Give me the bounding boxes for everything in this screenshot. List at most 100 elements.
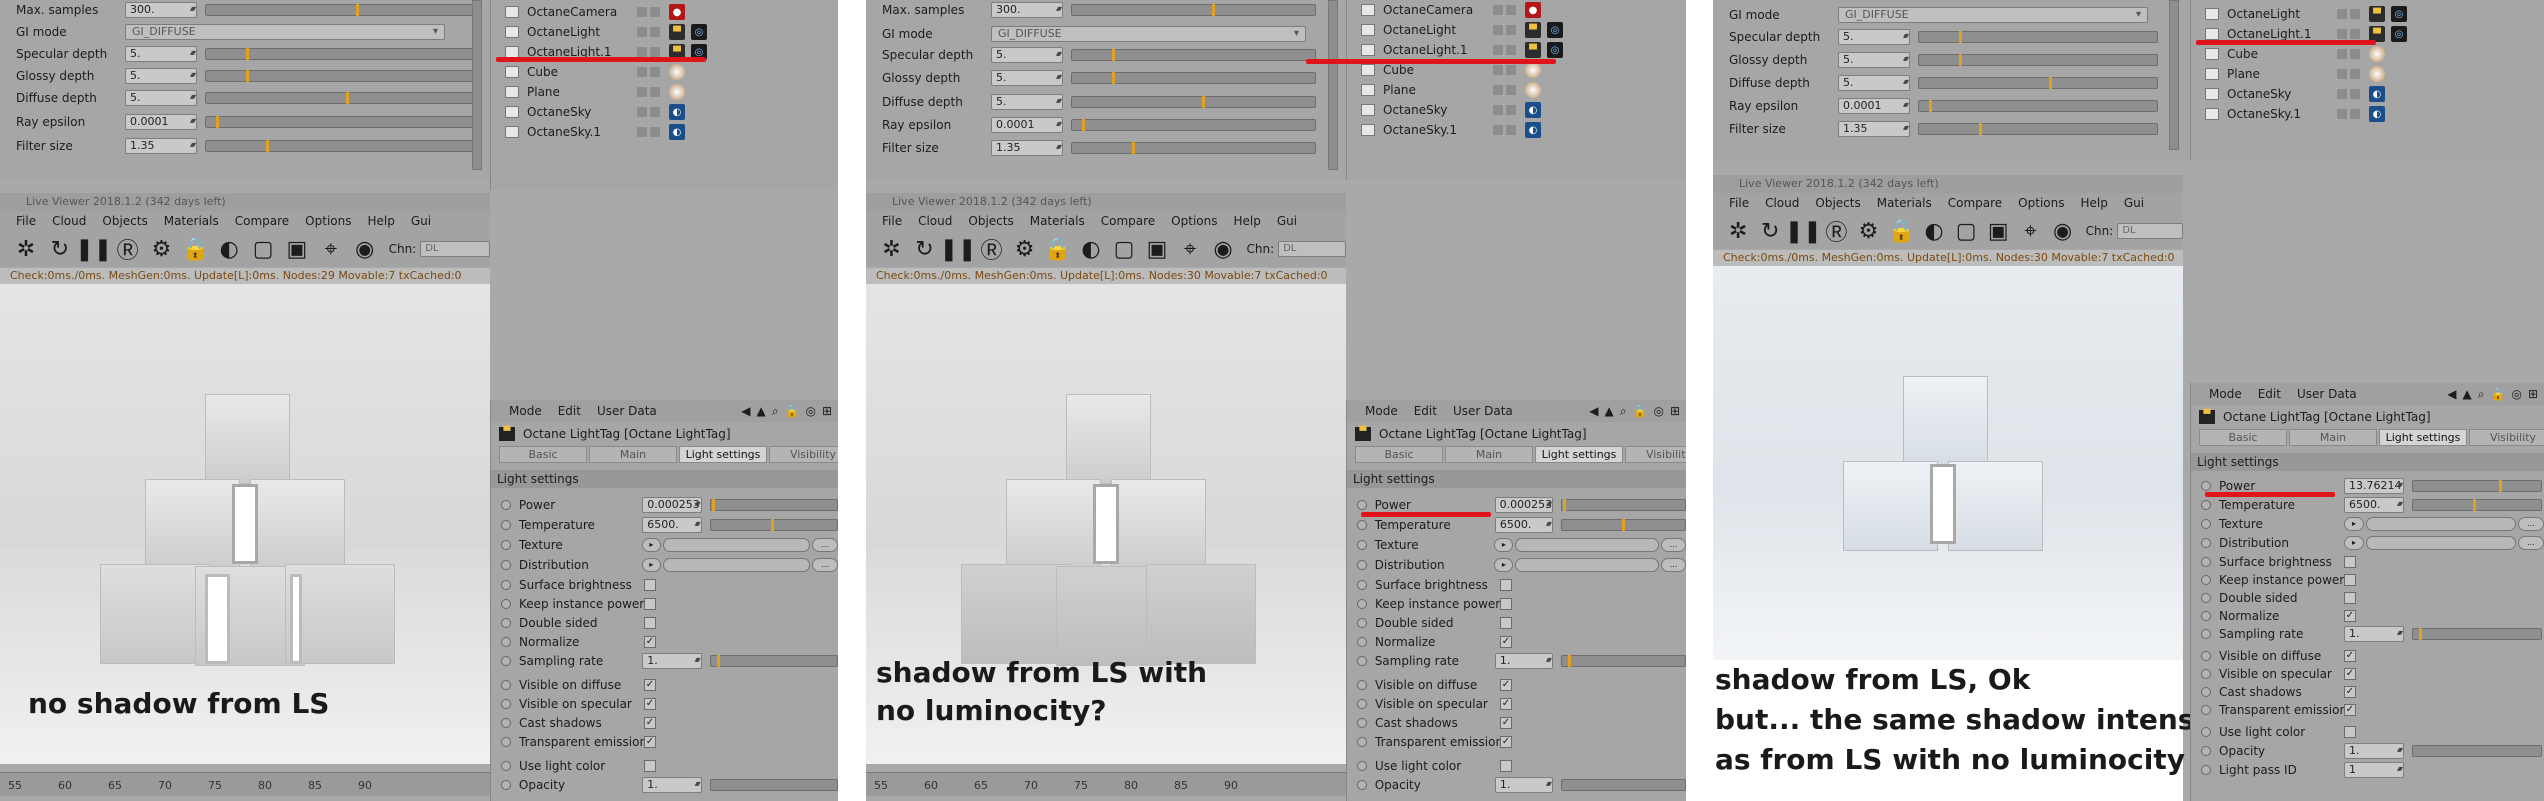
settings-gear-icon[interactable]: ⚙	[1855, 217, 1881, 245]
menu-options[interactable]: Options	[1163, 214, 1225, 228]
filter-size-field[interactable]: 1.35	[125, 138, 197, 154]
temperature-slider[interactable]	[1560, 518, 1686, 531]
menu-edit[interactable]: Edit	[1406, 404, 1445, 418]
menu-help[interactable]: Help	[2072, 196, 2115, 210]
menu-user-data[interactable]: User Data	[2289, 387, 2365, 401]
visible-on-specular-checkbox[interactable]: ✓	[2344, 667, 2356, 680]
frame-small-icon[interactable]: ▣	[1985, 217, 2011, 245]
light-tag-icon[interactable]: ▀	[1525, 22, 1541, 38]
new-panel-icon[interactable]: ⊞	[822, 404, 832, 419]
material-tag-icon[interactable]	[669, 84, 685, 100]
channel-dropdown[interactable]: DL	[2117, 223, 2184, 239]
menu-cloud[interactable]: Cloud	[910, 214, 960, 228]
sky-tag-icon[interactable]: ◐	[2369, 106, 2385, 122]
back-arrow-icon[interactable]: ◀	[2447, 387, 2456, 402]
settings-scrollbar[interactable]	[472, 0, 482, 170]
specular-depth-slider[interactable]	[1918, 31, 2158, 43]
menu-mode[interactable]: Mode	[2201, 387, 2250, 401]
use-light-color-checkbox[interactable]	[1500, 759, 1512, 772]
ray-epsilon-field[interactable]: 0.0001	[125, 114, 197, 130]
filter-size-slider[interactable]	[1071, 142, 1316, 154]
glossy-depth-slider[interactable]	[205, 70, 475, 82]
specular-depth-slider[interactable]	[205, 48, 475, 60]
object-row[interactable]: OctaneLight ▀ ◎	[491, 22, 838, 42]
glossy-depth-field[interactable]: 5.	[991, 70, 1063, 86]
texture-arrow[interactable]: ▸	[1494, 537, 1514, 552]
power-slider[interactable]	[2412, 479, 2542, 492]
pick-material-icon[interactable]: ◉	[2050, 217, 2076, 245]
menu-options[interactable]: Options	[297, 214, 359, 228]
power-slider[interactable]	[709, 498, 838, 511]
menu-options[interactable]: Options	[2010, 196, 2072, 210]
settings-scrollbar[interactable]	[1328, 0, 1338, 170]
tab-visibility[interactable]: Visibility	[2469, 429, 2544, 446]
sampling-rate-field[interactable]: 1.	[2344, 625, 2404, 642]
object-row[interactable]: OctaneSky ◐	[1347, 100, 1686, 120]
opacity-slider[interactable]	[2412, 744, 2542, 757]
visible-on-specular-checkbox[interactable]: ✓	[644, 697, 656, 710]
gi-mode-dropdown[interactable]: GI_DIFFUSE	[991, 26, 1306, 42]
ray-epsilon-field[interactable]: 0.0001	[991, 117, 1063, 133]
material-tag-icon[interactable]	[1525, 62, 1541, 78]
tab-basic[interactable]: Basic	[1355, 446, 1443, 463]
opacity-slider[interactable]	[1560, 778, 1686, 791]
keep-instance-power-checkbox[interactable]	[644, 597, 656, 610]
object-row[interactable]: OctaneCamera ●	[491, 2, 838, 22]
diffuse-depth-field[interactable]: 5.	[1838, 75, 1910, 91]
texture-slot[interactable]	[1515, 537, 1660, 552]
texture-slot[interactable]	[663, 537, 811, 552]
double-sided-checkbox[interactable]	[2344, 591, 2356, 604]
tab-main[interactable]: Main	[1445, 446, 1533, 463]
opacity-field[interactable]: 1.	[2344, 742, 2404, 759]
sky-tag-icon[interactable]: ◐	[669, 104, 685, 120]
menu-edit[interactable]: Edit	[2250, 387, 2289, 401]
opacity-slider[interactable]	[709, 778, 838, 791]
target-tag-icon[interactable]: ◎	[1547, 42, 1563, 58]
temperature-slider[interactable]	[2412, 498, 2542, 511]
tab-light-settings[interactable]: Light settings	[679, 446, 767, 463]
frame-icon[interactable]: ▢	[1953, 217, 1979, 245]
menu-file[interactable]: File	[8, 214, 44, 228]
tab-visibility[interactable]: Visibility	[769, 446, 838, 463]
settings-scrollbar[interactable]	[2169, 0, 2179, 150]
object-row[interactable]: OctaneSky.1 ◐	[2191, 104, 2544, 124]
pause-icon[interactable]: ❚❚	[1785, 217, 1822, 245]
tab-visibility[interactable]: Visibility	[1625, 446, 1686, 463]
material-tag-icon[interactable]	[669, 64, 685, 80]
distribution-more[interactable]: ...	[1661, 557, 1686, 572]
light-tag-icon[interactable]: ▀	[1525, 42, 1541, 58]
filter-size-field[interactable]: 1.35	[991, 140, 1063, 156]
lock-icon[interactable]: 🔒	[181, 235, 209, 263]
lock-icon[interactable]: 🔒	[1633, 404, 1648, 419]
transparent-emission-checkbox[interactable]: ✓	[644, 735, 656, 748]
max-samples-slider[interactable]	[205, 4, 475, 16]
normalize-checkbox[interactable]: ✓	[2344, 609, 2356, 622]
search-icon[interactable]: ⌕	[772, 404, 779, 419]
glossy-depth-slider[interactable]	[1918, 54, 2158, 66]
object-row[interactable]: Plane	[2191, 64, 2544, 84]
distribution-more[interactable]: ...	[812, 557, 838, 572]
object-row[interactable]: Cube	[491, 62, 838, 82]
distribution-more[interactable]: ...	[2518, 535, 2544, 550]
power-field[interactable]: 0.000253	[1494, 496, 1554, 513]
region-render-icon[interactable]: Ⓡ	[114, 235, 142, 264]
sampling-rate-field[interactable]: 1.	[642, 652, 702, 669]
menu-compare[interactable]: Compare	[227, 214, 297, 228]
material-tag-icon[interactable]	[1525, 82, 1541, 98]
cast-shadows-checkbox[interactable]: ✓	[644, 716, 656, 729]
menu-compare[interactable]: Compare	[1940, 196, 2010, 210]
target-tag-icon[interactable]: ◎	[2391, 6, 2407, 22]
restart-icon[interactable]: ↻	[911, 235, 938, 263]
region-render-icon[interactable]: Ⓡ	[978, 235, 1005, 264]
diffuse-depth-slider[interactable]	[1918, 77, 2158, 89]
ray-epsilon-slider[interactable]	[1918, 100, 2158, 112]
sky-tag-icon[interactable]: ◐	[1525, 102, 1541, 118]
menu-objects[interactable]: Objects	[1807, 196, 1868, 210]
sampling-rate-slider[interactable]	[1560, 654, 1686, 667]
pick-focus-icon[interactable]: ⌖	[2017, 217, 2043, 245]
menu-gui[interactable]: Gui	[2116, 196, 2152, 210]
frame-icon[interactable]: ▢	[249, 235, 277, 263]
lock-icon[interactable]: 🔒	[2491, 387, 2506, 402]
temperature-field[interactable]: 6500.	[642, 516, 702, 533]
double-sided-checkbox[interactable]	[644, 616, 656, 629]
